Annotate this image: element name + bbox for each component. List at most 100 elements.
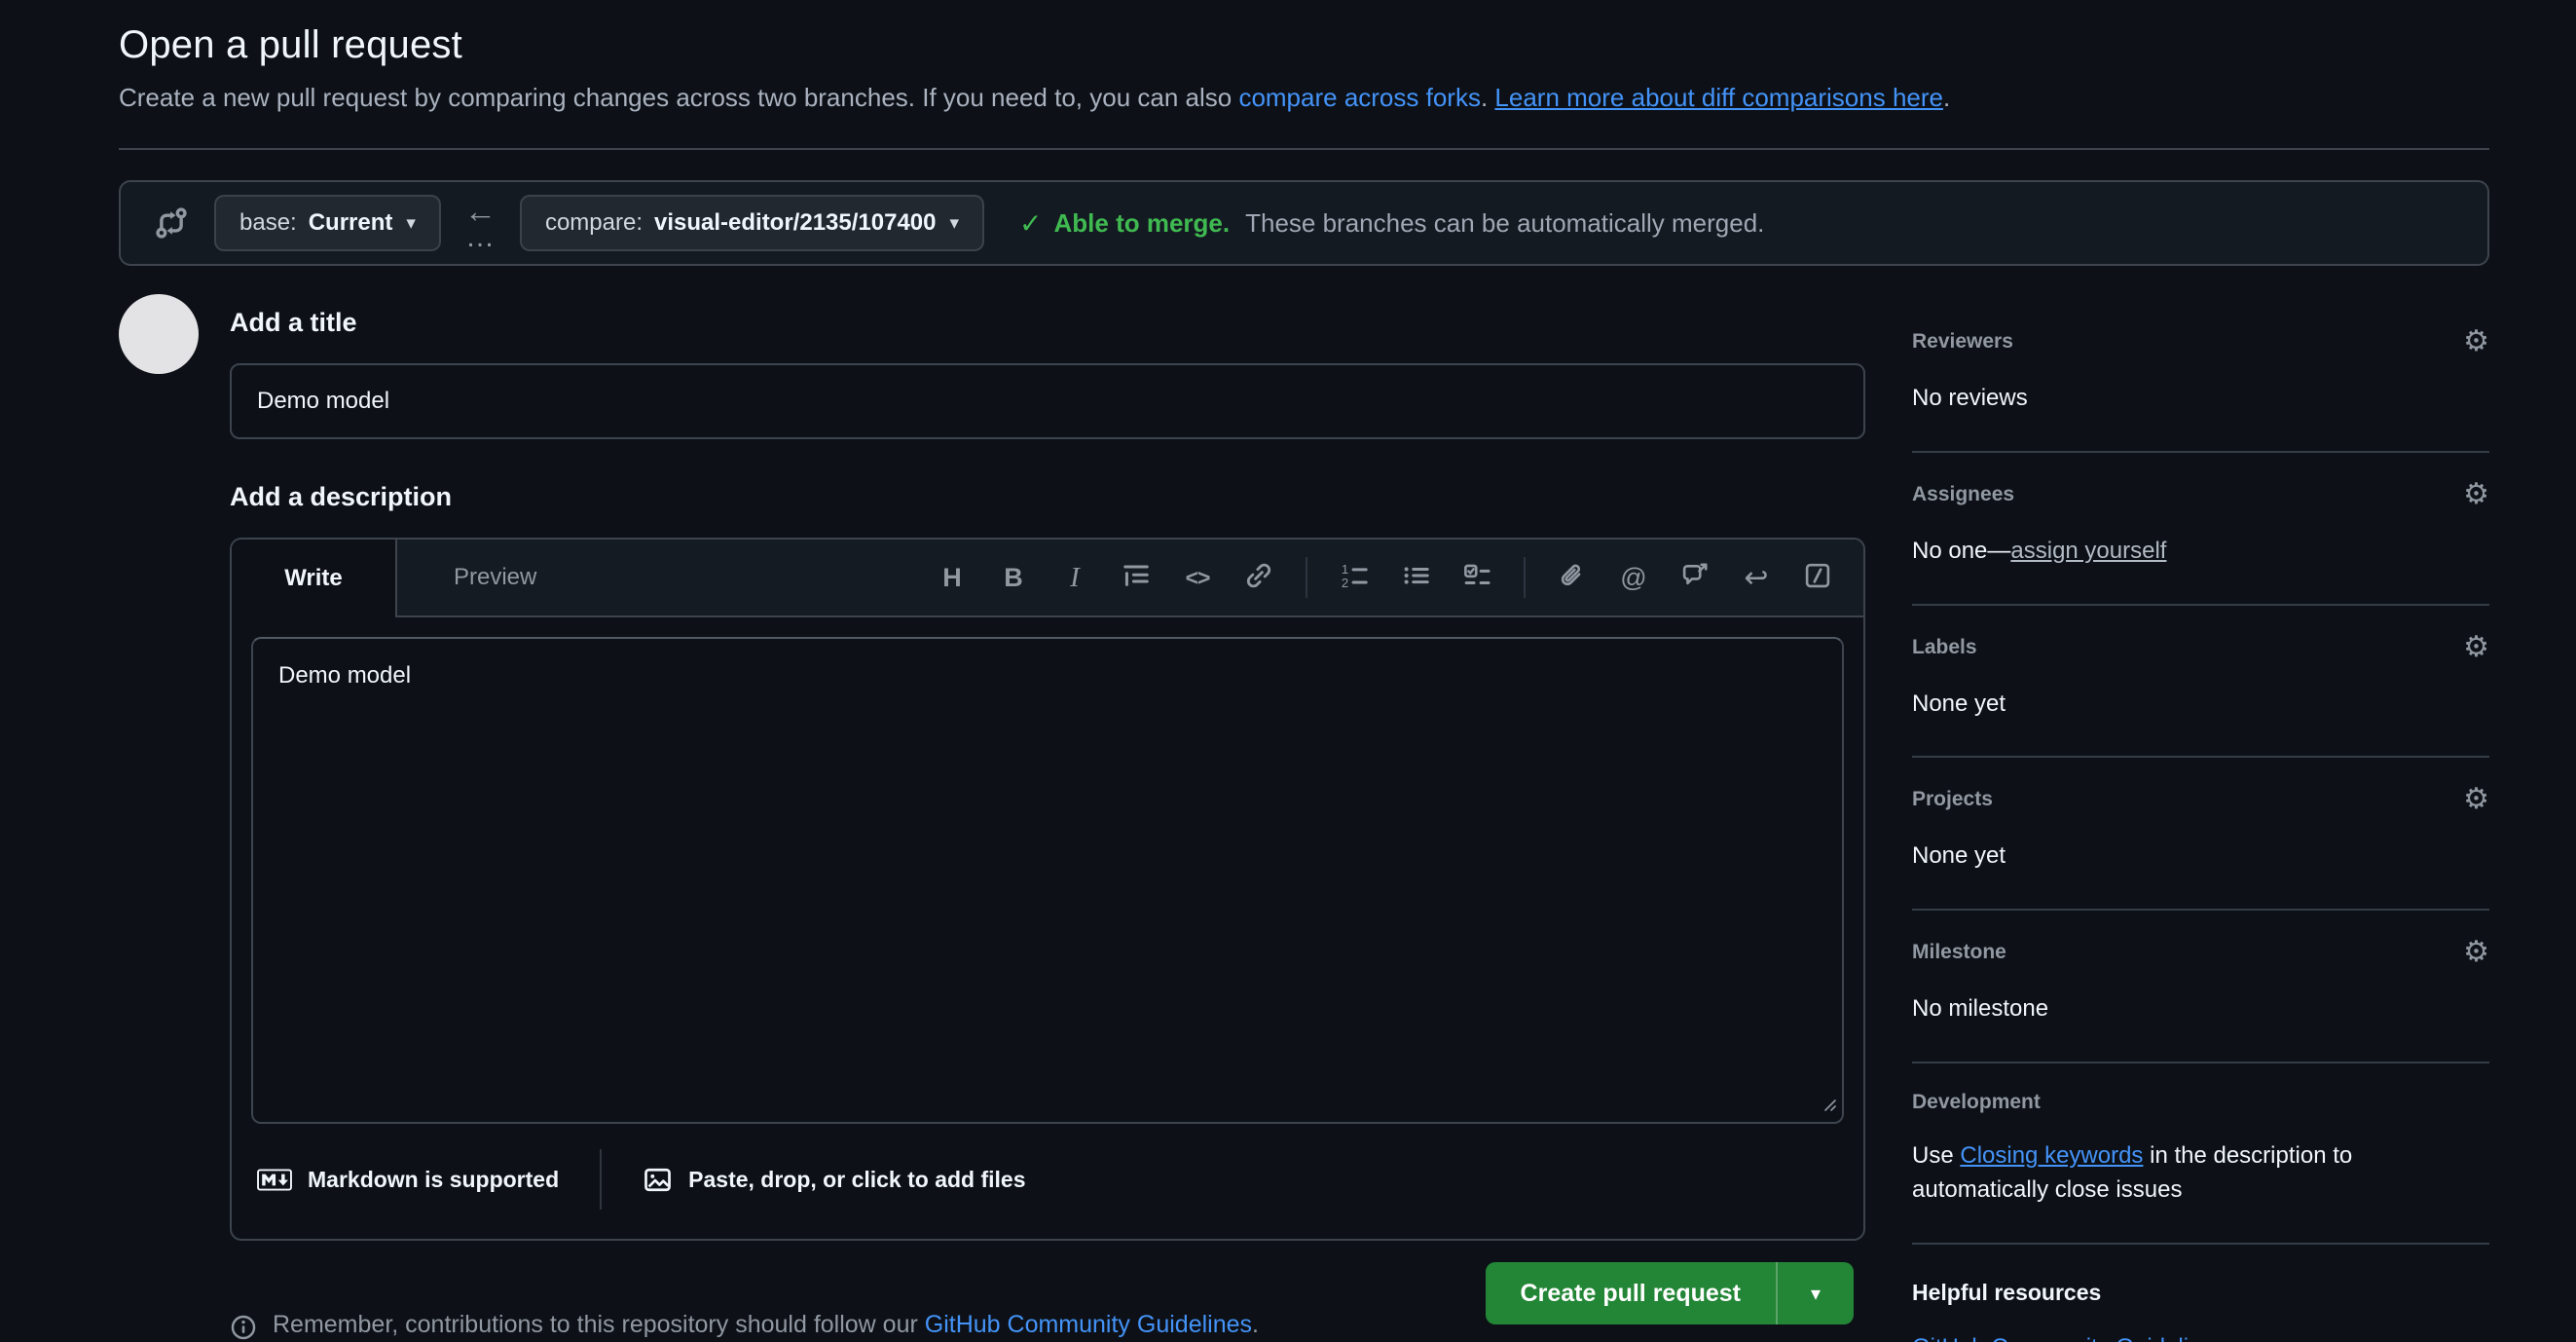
markdown-editor: Write Preview H B I <> 12 xyxy=(230,538,1865,1241)
mention-button[interactable]: @ xyxy=(1615,555,1652,600)
merge-status: ✓ Able to merge. These branches can be a… xyxy=(1019,207,1764,240)
merge-status-ok: Able to merge. xyxy=(1054,208,1231,239)
header-divider xyxy=(119,148,2489,150)
numbered-list-button[interactable]: 12 xyxy=(1336,555,1373,600)
helpful-guidelines-link[interactable]: GitHub Community Guidelines xyxy=(1912,1334,2226,1342)
milestone-section: Milestone ⚙ No milestone xyxy=(1912,911,2489,1063)
milestone-heading: Milestone xyxy=(1912,941,2006,964)
development-section: Development Use Closing keywords in the … xyxy=(1912,1063,2489,1245)
range-dots: … xyxy=(465,223,496,252)
caret-down-icon: ▾ xyxy=(1811,1282,1821,1306)
compare-branch-name: visual-editor/2135/107400 xyxy=(654,209,937,237)
projects-heading: Projects xyxy=(1912,788,1993,811)
compare-range-arrow: ← … xyxy=(464,195,497,252)
helpful-resources-section: Helpful resources GitHub Community Guide… xyxy=(1912,1245,2489,1342)
slash-command-icon xyxy=(1803,561,1832,595)
avatar xyxy=(119,294,199,374)
labels-heading: Labels xyxy=(1912,636,1977,659)
markdown-hint-text: Markdown is supported xyxy=(308,1167,559,1193)
labels-gear-icon[interactable]: ⚙ xyxy=(2463,633,2489,662)
assignees-heading: Assignees xyxy=(1912,483,2014,506)
contribution-note-text: Remember, contributions to this reposito… xyxy=(273,1311,1259,1339)
unordered-list-button[interactable] xyxy=(1397,555,1434,600)
pr-title-input[interactable] xyxy=(230,363,1865,439)
quote-icon xyxy=(1122,561,1151,595)
learn-more-diff-link[interactable]: Learn more about diff comparisons here xyxy=(1494,83,1943,112)
reviewers-section: Reviewers ⚙ No reviews xyxy=(1912,321,2489,453)
reviewers-gear-icon[interactable]: ⚙ xyxy=(2463,327,2489,356)
development-text-prefix: Use xyxy=(1912,1142,1960,1169)
link-button[interactable] xyxy=(1240,555,1277,600)
compare-label: compare: xyxy=(545,209,643,237)
link-icon xyxy=(1244,561,1273,595)
reply-button[interactable]: ↩ xyxy=(1738,555,1775,600)
subtitle-text: Create a new pull request by comparing c… xyxy=(119,83,1238,112)
description-heading: Add a description xyxy=(230,482,1865,512)
slash-command-button[interactable] xyxy=(1799,555,1836,600)
paperclip-icon xyxy=(1558,561,1587,595)
compare-branch-dropdown[interactable]: compare: visual-editor/2135/107400 ▾ xyxy=(520,195,984,251)
closing-keywords-link[interactable]: Closing keywords xyxy=(1960,1142,2143,1169)
note-suffix: . xyxy=(1252,1311,1259,1338)
cross-reference-button[interactable] xyxy=(1676,555,1713,600)
attach-file-button[interactable] xyxy=(1554,555,1591,600)
assignees-value: No one—assign yourself xyxy=(1912,535,2489,569)
pr-description-textarea[interactable]: Demo model xyxy=(251,637,1844,1124)
task-list-button[interactable] xyxy=(1458,555,1495,600)
base-branch-name: Current xyxy=(309,209,393,237)
attach-files-button[interactable]: Paste, drop, or click to add files xyxy=(643,1165,1025,1195)
projects-gear-icon[interactable]: ⚙ xyxy=(2463,785,2489,814)
reviewers-value: No reviews xyxy=(1912,382,2489,416)
editor-body: Demo model xyxy=(232,637,1863,1124)
assign-yourself-link[interactable]: assign yourself xyxy=(2010,538,2166,564)
development-heading: Development xyxy=(1912,1091,2041,1114)
milestone-value: No milestone xyxy=(1912,992,2489,1026)
git-compare-icon xyxy=(154,205,189,241)
assignees-section: Assignees ⚙ No one—assign yourself xyxy=(1912,453,2489,606)
code-button[interactable]: <> xyxy=(1179,555,1216,600)
projects-value: None yet xyxy=(1912,839,2489,874)
reply-icon: ↩ xyxy=(1744,561,1768,595)
development-value: Use Closing keywords in the description … xyxy=(1912,1139,2489,1208)
numbered-list-icon: 12 xyxy=(1340,561,1369,595)
editor-footer: Markdown is supported Paste, drop, or cl… xyxy=(232,1124,1863,1239)
quote-button[interactable] xyxy=(1118,555,1155,600)
info-icon xyxy=(230,1314,257,1341)
image-icon xyxy=(643,1165,673,1195)
title-heading: Add a title xyxy=(230,308,1865,338)
toolbar-divider xyxy=(1306,557,1307,598)
pr-form: Add a title Add a description Write Prev… xyxy=(230,294,1865,1324)
markdown-icon xyxy=(257,1169,292,1191)
heading-button[interactable]: H xyxy=(934,555,971,600)
mention-icon: @ xyxy=(1620,563,1646,593)
branch-compare-bar: base: Current ▾ ← … compare: visual-edit… xyxy=(119,180,2489,266)
svg-text:2: 2 xyxy=(1342,576,1348,590)
check-icon: ✓ xyxy=(1019,207,1042,240)
contribution-note: Remember, contributions to this reposito… xyxy=(230,1311,1865,1341)
caret-down-icon: ▾ xyxy=(950,212,960,235)
compare-across-forks-link[interactable]: compare across forks xyxy=(1238,83,1481,112)
cross-reference-icon xyxy=(1680,561,1710,595)
sidebar: Reviewers ⚙ No reviews Assignees ⚙ No on… xyxy=(1912,321,2489,1342)
base-branch-dropdown[interactable]: base: Current ▾ xyxy=(214,195,441,251)
helpful-resources-heading: Helpful resources xyxy=(1912,1280,2101,1306)
task-list-icon xyxy=(1462,561,1491,595)
assignees-gear-icon[interactable]: ⚙ xyxy=(2463,480,2489,509)
italic-icon: I xyxy=(1070,562,1080,594)
merge-status-detail: These branches can be automatically merg… xyxy=(1245,208,1764,239)
projects-section: Projects ⚙ None yet xyxy=(1912,758,2489,911)
milestone-gear-icon[interactable]: ⚙ xyxy=(2463,938,2489,967)
toolbar-divider xyxy=(1524,557,1526,598)
italic-button[interactable]: I xyxy=(1056,555,1093,600)
page-title: Open a pull request xyxy=(119,23,2489,67)
tab-write[interactable]: Write xyxy=(232,540,397,617)
bold-button[interactable]: B xyxy=(995,555,1032,600)
labels-value: None yet xyxy=(1912,688,2489,722)
community-guidelines-link[interactable]: GitHub Community Guidelines xyxy=(925,1311,1252,1338)
page-subtitle: Create a new pull request by comparing c… xyxy=(119,83,2489,113)
markdown-supported-link[interactable]: Markdown is supported xyxy=(257,1167,559,1193)
resize-grip[interactable] xyxy=(1821,1096,1838,1118)
tab-preview[interactable]: Preview xyxy=(397,540,593,615)
heading-icon: H xyxy=(942,563,962,593)
helpful-resources-value: GitHub Community Guidelines xyxy=(1912,1331,2489,1342)
